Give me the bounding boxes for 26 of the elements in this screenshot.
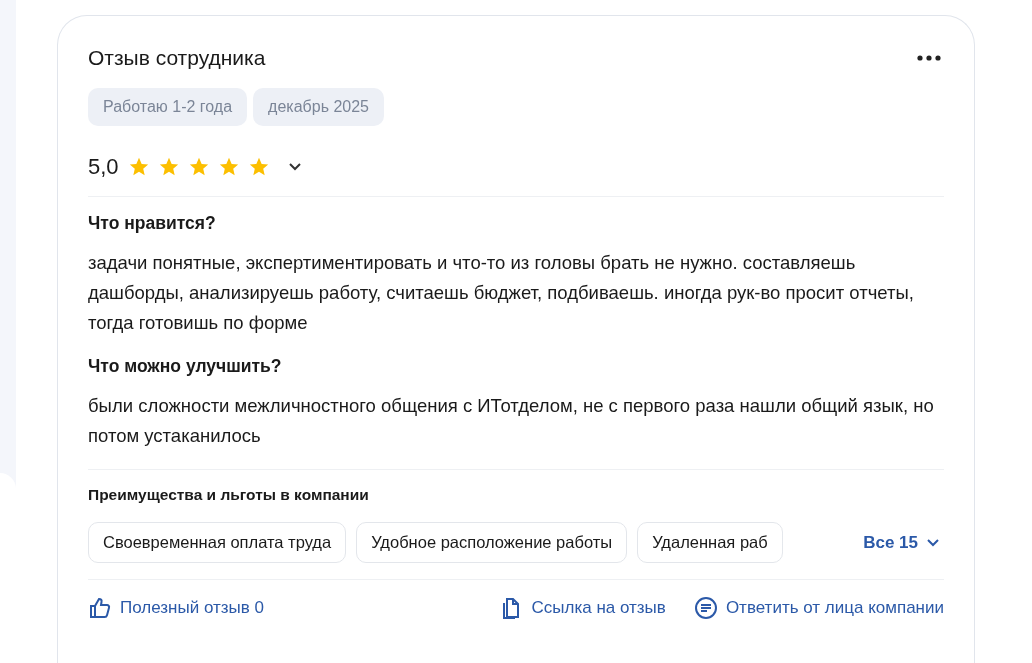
action-link[interactable]: Ссылка на отзыв	[499, 596, 666, 620]
star-icon	[127, 156, 150, 178]
chevron-icon[interactable]	[287, 162, 302, 172]
star-icon	[247, 156, 270, 178]
thumbs-up-icon	[88, 596, 112, 620]
show-all-button[interactable]: Все 15	[863, 532, 940, 553]
more-icon[interactable]	[917, 55, 941, 61]
chevron-icon	[926, 537, 940, 548]
benefit-chip: Своевременная оплата труда	[88, 522, 347, 563]
review-text: задачи понятные, экспертиментировать и что-то из головы брать не нужно. составляешь дашборды, анализируешь работу, считаешь бюджет, подбиваешь. иногда рук-во просит отчеты, тогда готовишь по форме	[88, 251, 915, 335]
comment-icon	[693, 596, 718, 620]
review-title: Отзыв сотрудника	[88, 46, 266, 70]
star-icon	[187, 156, 210, 178]
star-icon	[217, 156, 240, 178]
rating-value: 5,0	[88, 154, 119, 180]
section-heading: Что можно улучшить?	[88, 356, 283, 377]
tag: декабрь 2025	[253, 88, 384, 126]
benefit-chip: Удобное расположение работы	[356, 522, 628, 563]
tag: Работаю 1-2 года	[88, 88, 248, 126]
action-link[interactable]: Полезный отзыв 0	[88, 596, 264, 620]
section-heading: Что нравится?	[88, 213, 217, 234]
benefit-chip: Удаленная раб	[637, 522, 783, 563]
review-text: были сложности межличностного общения с ИТотделом, не с первого раза нашли общий язык, но потом устаканилось	[88, 394, 935, 448]
benefits-heading: Преимущества и льготы в компании	[88, 486, 370, 504]
action-link[interactable]: Ответить от лица компании	[693, 596, 944, 620]
star-icon	[157, 156, 180, 178]
